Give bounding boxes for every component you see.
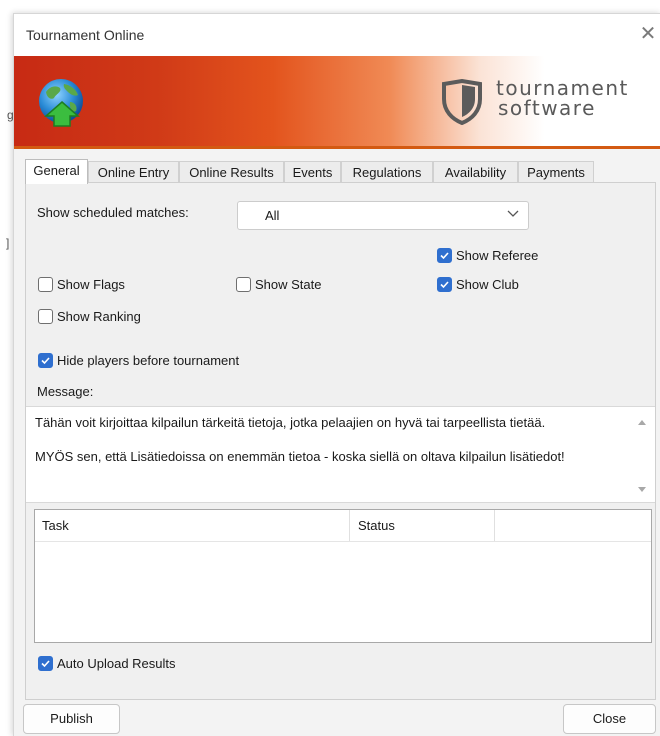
chevron-down-icon <box>507 210 519 217</box>
message-label: Message: <box>37 384 94 399</box>
tab-general[interactable]: General <box>25 159 88 184</box>
scroll-up-icon[interactable] <box>637 418 647 426</box>
checkbox-unchecked-icon <box>236 276 251 292</box>
scheduled-matches-value: All <box>265 208 280 223</box>
tab-online-results[interactable]: Online Results <box>179 161 284 183</box>
message-line: MYÖS sen, että Lisätiedoissa on enemmän … <box>35 449 565 464</box>
message-textarea[interactable]: Tähän voit kirjoittaa kilpailun tärkeitä… <box>26 406 655 503</box>
show-club-checkbox[interactable]: Show Club <box>437 275 519 293</box>
column-divider <box>494 510 495 541</box>
general-panel: Show scheduled matches: All Show Referee… <box>25 182 656 700</box>
title-bar: Tournament Online ✕ <box>14 14 660 56</box>
tab-events[interactable]: Events <box>284 161 341 183</box>
show-referee-label: Show Referee <box>456 247 539 263</box>
scheduled-matches-label: Show scheduled matches: <box>37 205 189 220</box>
tab-availability[interactable]: Availability <box>433 161 518 183</box>
checkbox-checked-icon <box>437 276 452 292</box>
message-line: Tähän voit kirjoittaa kilpailun tärkeitä… <box>35 415 546 430</box>
checkbox-unchecked-icon <box>38 308 53 324</box>
show-flags-label: Show Flags <box>57 276 125 292</box>
brand-line-1: tournament <box>496 76 629 100</box>
task-column-header[interactable]: Task <box>42 518 69 533</box>
auto-upload-label: Auto Upload Results <box>57 655 176 671</box>
hide-players-checkbox[interactable]: Hide players before tournament <box>38 351 239 369</box>
banner-divider <box>14 146 660 149</box>
hide-players-label: Hide players before tournament <box>57 352 240 368</box>
checkbox-checked-icon <box>38 655 53 671</box>
checkbox-checked-icon <box>437 247 452 263</box>
task-list[interactable]: Task Status <box>34 509 652 643</box>
checkbox-unchecked-icon <box>38 276 53 292</box>
show-referee-checkbox[interactable]: Show Referee <box>437 246 538 264</box>
tab-payments[interactable]: Payments <box>518 161 594 183</box>
show-ranking-checkbox[interactable]: Show Ranking <box>38 307 141 325</box>
shield-logo-icon <box>442 79 482 125</box>
scroll-down-icon[interactable] <box>637 486 647 494</box>
header-banner: tournament software <box>14 56 660 148</box>
show-flags-checkbox[interactable]: Show Flags <box>38 275 125 293</box>
publish-button[interactable]: Publish <box>23 704 120 734</box>
checkbox-checked-icon <box>38 352 53 368</box>
scheduled-matches-dropdown[interactable]: All <box>237 201 529 230</box>
tournament-online-dialog: Tournament Online ✕ tournament software … <box>13 13 660 736</box>
auto-upload-checkbox[interactable]: Auto Upload Results <box>38 654 176 672</box>
status-column-header[interactable]: Status <box>358 518 395 533</box>
show-state-label: Show State <box>255 276 322 292</box>
window-title: Tournament Online <box>26 27 145 43</box>
show-state-checkbox[interactable]: Show State <box>236 275 322 293</box>
brand-logo-text: tournament software <box>496 78 629 118</box>
tab-online-entry[interactable]: Online Entry <box>88 161 179 183</box>
globe-upload-icon <box>39 79 83 127</box>
show-club-label: Show Club <box>456 276 519 292</box>
brand-line-2: software <box>498 96 596 120</box>
tab-regulations[interactable]: Regulations <box>341 161 433 183</box>
task-list-header <box>35 510 651 542</box>
close-button[interactable]: Close <box>563 704 656 734</box>
close-icon[interactable]: ✕ <box>635 20 660 50</box>
column-divider <box>349 510 350 541</box>
show-ranking-label: Show Ranking <box>57 308 141 324</box>
